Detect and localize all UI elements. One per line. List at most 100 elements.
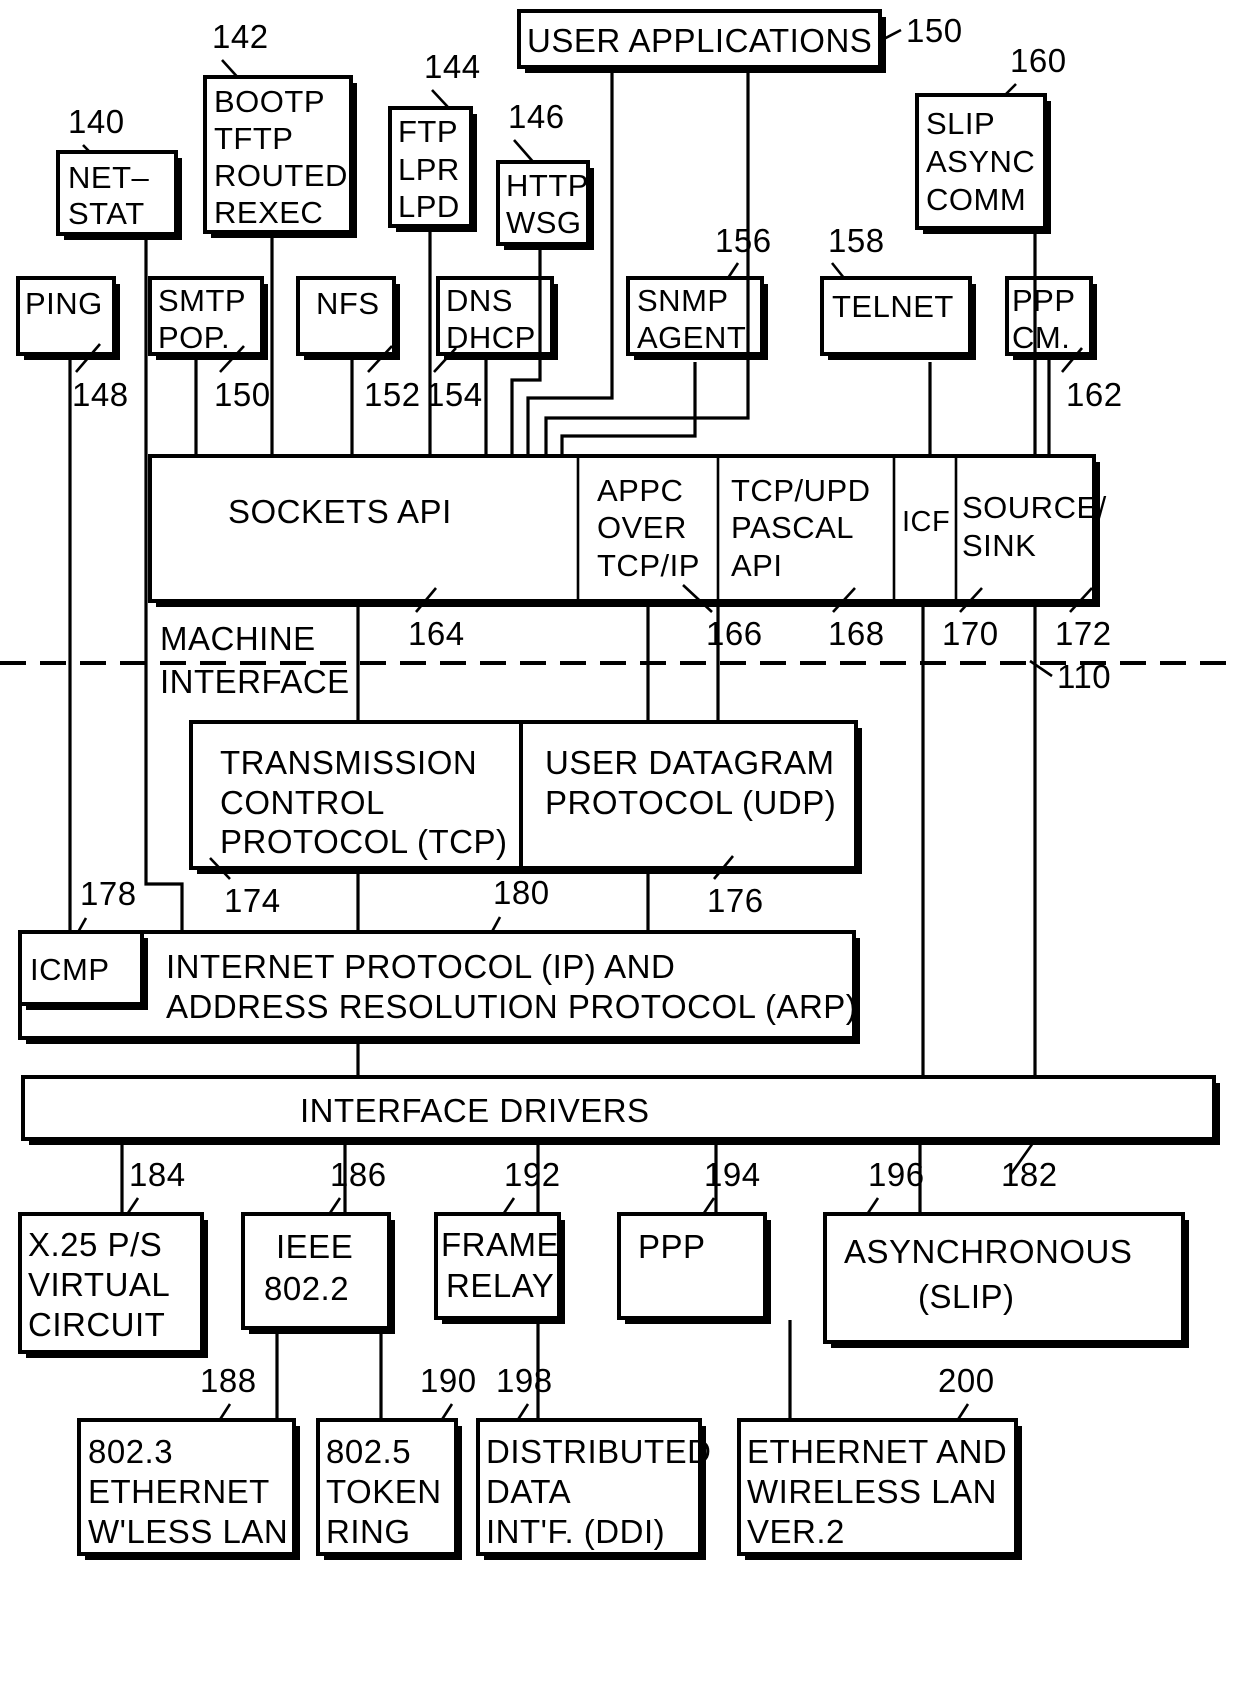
box-pppcm-line1: PPP	[1012, 283, 1076, 318]
box-http-line2: WSG	[506, 205, 582, 240]
box-icmp: ICMP	[18, 930, 148, 1010]
ref-150-smtp-text: 150	[214, 376, 271, 413]
box-netstat-line2: STAT	[68, 196, 145, 231]
box-ppp-cm: PPP CM.	[1005, 276, 1097, 360]
ref-186-text: 186	[330, 1156, 387, 1193]
cell-appc-line1: APPC	[597, 473, 683, 508]
ref-196-text: 196	[868, 1156, 925, 1193]
box-ethwl-line2: WIRELESS LAN	[747, 1473, 997, 1510]
box-8025-line2: TOKEN	[326, 1473, 442, 1510]
box-slip-line3: COMM	[926, 182, 1026, 217]
box-netstat-line1: NET–	[68, 160, 150, 195]
box-ddi-line2: DATA	[486, 1473, 571, 1510]
machine-interface-label-line2: INTERFACE	[160, 663, 350, 700]
box-ddi-line3: INT'F. (DDI)	[486, 1513, 665, 1550]
ref-178-text: 178	[80, 875, 137, 912]
reference-numeral-150-top: 150	[877, 12, 962, 49]
box-8023-line2: ETHERNET	[88, 1473, 270, 1510]
patent-figure-tcpip-stack: 140 142 144 146 150 160 156 158 NET– STA…	[0, 0, 1240, 1701]
ref-174-text: 174	[224, 882, 281, 919]
box-tokenring-8025: 802.5 TOKEN RING	[316, 1418, 462, 1560]
ref-166-text: 166	[706, 615, 763, 652]
ref-200-text: 200	[938, 1362, 995, 1399]
box-tcp-line2: CONTROL	[220, 784, 385, 821]
box-telnet-label: TELNET	[832, 289, 954, 324]
box-ftp-line1: FTP	[398, 114, 458, 149]
ref-156-text: 156	[715, 222, 772, 259]
box-http-line1: HTTP	[506, 168, 589, 203]
ref-184-text: 184	[129, 1156, 186, 1193]
ref-142-text: 142	[212, 18, 269, 55]
box-ip-arp-line1: INTERNET PROTOCOL (IP) AND	[166, 948, 675, 985]
cell-pascal-line2: PASCAL	[731, 510, 854, 545]
ref-158-text: 158	[828, 222, 885, 259]
ref-176-text: 176	[707, 882, 764, 919]
box-x25-line3: CIRCUIT	[28, 1306, 165, 1343]
box-ddi-line1: DISTRIBUTED	[486, 1433, 712, 1470]
ref-152-text: 152	[364, 376, 421, 413]
box-ethernet-wireless-v2: ETHERNET AND WIRELESS LAN VER.2	[737, 1418, 1022, 1560]
bar-interface-drivers: INTERFACE DRIVERS	[21, 1075, 1220, 1145]
ref-168-text: 168	[828, 615, 885, 652]
box-ieee-line1: IEEE	[276, 1228, 353, 1265]
box-udp-line1: USER DATAGRAM	[545, 744, 834, 781]
box-ethwl-line1: ETHERNET AND	[747, 1433, 1007, 1470]
box-user-applications: USER APPLICATIONS	[517, 9, 886, 73]
box-smtp-pop: SMTP POP.	[148, 276, 268, 360]
cell-appc-line2: OVER	[597, 510, 687, 545]
box-x25-line1: X.25 P/S	[28, 1226, 162, 1263]
box-ftp-group: FTP LPR LPD	[388, 106, 477, 232]
ref-140-text: 140	[68, 103, 125, 140]
box-icmp-label: ICMP	[30, 952, 110, 987]
box-dns-line2: DHCP	[446, 320, 536, 355]
ref-190-text: 190	[420, 1362, 477, 1399]
box-ethwl-line3: VER.2	[747, 1513, 845, 1550]
box-bootp-line3: ROUTED	[214, 158, 348, 193]
cell-icf-label: ICF	[902, 506, 950, 538]
box-smtp-line1: SMTP	[158, 283, 246, 318]
box-bootp-line4: REXEC	[214, 195, 323, 230]
box-ping: PING	[16, 276, 120, 360]
ref-144-text: 144	[424, 48, 481, 85]
ref-182-text: 182	[1001, 1156, 1058, 1193]
box-frame-relay: FRAME RELAY	[434, 1212, 565, 1324]
ref-194-text: 194	[704, 1156, 761, 1193]
box-8023-line3: W'LESS LAN	[88, 1513, 288, 1550]
box-ip-arp-line2: ADDRESS RESOLUTION PROTOCOL (ARP)	[166, 988, 857, 1025]
cell-pascal-line1: TCP/UPD	[731, 473, 871, 508]
ref-164-text: 164	[408, 615, 465, 652]
box-smtp-line2: POP.	[158, 320, 230, 355]
box-ftp-line3: LPD	[398, 189, 460, 224]
bar-interface-drivers-label: INTERFACE DRIVERS	[300, 1092, 650, 1129]
ref-154-text: 154	[426, 376, 483, 413]
box-tcp-line3: PROTOCOL (TCP)	[220, 823, 508, 860]
ref-160-text: 160	[1010, 42, 1067, 79]
box-frame-line2: RELAY	[446, 1267, 554, 1304]
box-ddi: DISTRIBUTED DATA INT'F. (DDI)	[476, 1418, 712, 1560]
reference-numeral-182: 182	[1001, 1142, 1058, 1193]
box-bootp-group: BOOTP TFTP ROUTED REXEC	[203, 75, 357, 238]
box-user-applications-label: USER APPLICATIONS	[527, 22, 872, 59]
box-ieee8022: IEEE 802.2	[241, 1212, 395, 1334]
box-bootp-line2: TFTP	[214, 121, 294, 156]
ref-146-text: 146	[508, 98, 565, 135]
ref-170-text: 170	[942, 615, 999, 652]
ref-110-text: 110	[1057, 658, 1111, 695]
box-tcp-line1: TRANSMISSION	[220, 744, 477, 781]
box-slip-line2: ASYNC	[926, 144, 1035, 179]
box-ethernet-8023: 802.3 ETHERNET W'LESS LAN	[77, 1418, 300, 1560]
cell-source-sink-line2: SINK	[962, 528, 1036, 563]
machine-interface-divider: MACHINE INTERFACE	[0, 620, 1240, 700]
box-8025-line3: RING	[326, 1513, 411, 1550]
bar-sockets-api: SOCKETS API APPC OVER TCP/IP TCP/UPD PAS…	[148, 454, 1106, 607]
box-tcp: TRANSMISSION CONTROL PROTOCOL (TCP)	[189, 720, 527, 874]
bar-sockets-api-label: SOCKETS API	[228, 493, 452, 530]
cell-pascal-line3: API	[731, 548, 782, 583]
ref-162-text: 162	[1066, 376, 1123, 413]
box-asynchronous-slip: ASYNCHRONOUS (SLIP)	[823, 1212, 1189, 1348]
ref-188-text: 188	[200, 1362, 257, 1399]
box-8023-line1: 802.3	[88, 1433, 173, 1470]
box-x25: X.25 P/S VIRTUAL CIRCUIT	[18, 1212, 208, 1358]
ref-192-text: 192	[504, 1156, 561, 1193]
box-8025-line1: 802.5	[326, 1433, 411, 1470]
